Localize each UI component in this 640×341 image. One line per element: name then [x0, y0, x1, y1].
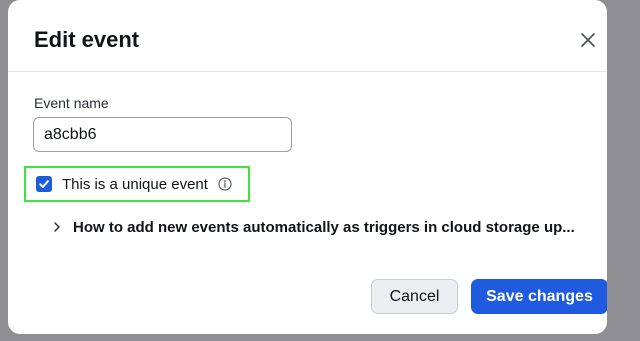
- event-name-input[interactable]: [33, 117, 292, 152]
- triggers-help-label: How to add new events automatically as t…: [73, 218, 575, 236]
- dialog-header: Edit event: [8, 0, 607, 72]
- unique-event-row: This is a unique event: [24, 166, 250, 202]
- close-button[interactable]: [577, 29, 599, 51]
- dialog-title: Edit event: [34, 27, 140, 52]
- triggers-help-expander[interactable]: How to add new events automatically as t…: [51, 216, 575, 238]
- info-icon[interactable]: [218, 177, 232, 191]
- save-changes-button[interactable]: Save changes: [471, 279, 607, 314]
- event-name-label: Event name: [34, 95, 109, 111]
- unique-event-label[interactable]: This is a unique event: [62, 176, 208, 193]
- cancel-button[interactable]: Cancel: [371, 279, 458, 314]
- edit-event-dialog: Edit event Event name This is a unique e…: [8, 0, 607, 334]
- unique-event-checkbox[interactable]: [36, 176, 52, 192]
- chevron-right-icon: [51, 221, 63, 233]
- checkmark-icon: [39, 180, 49, 188]
- close-icon: [581, 33, 595, 47]
